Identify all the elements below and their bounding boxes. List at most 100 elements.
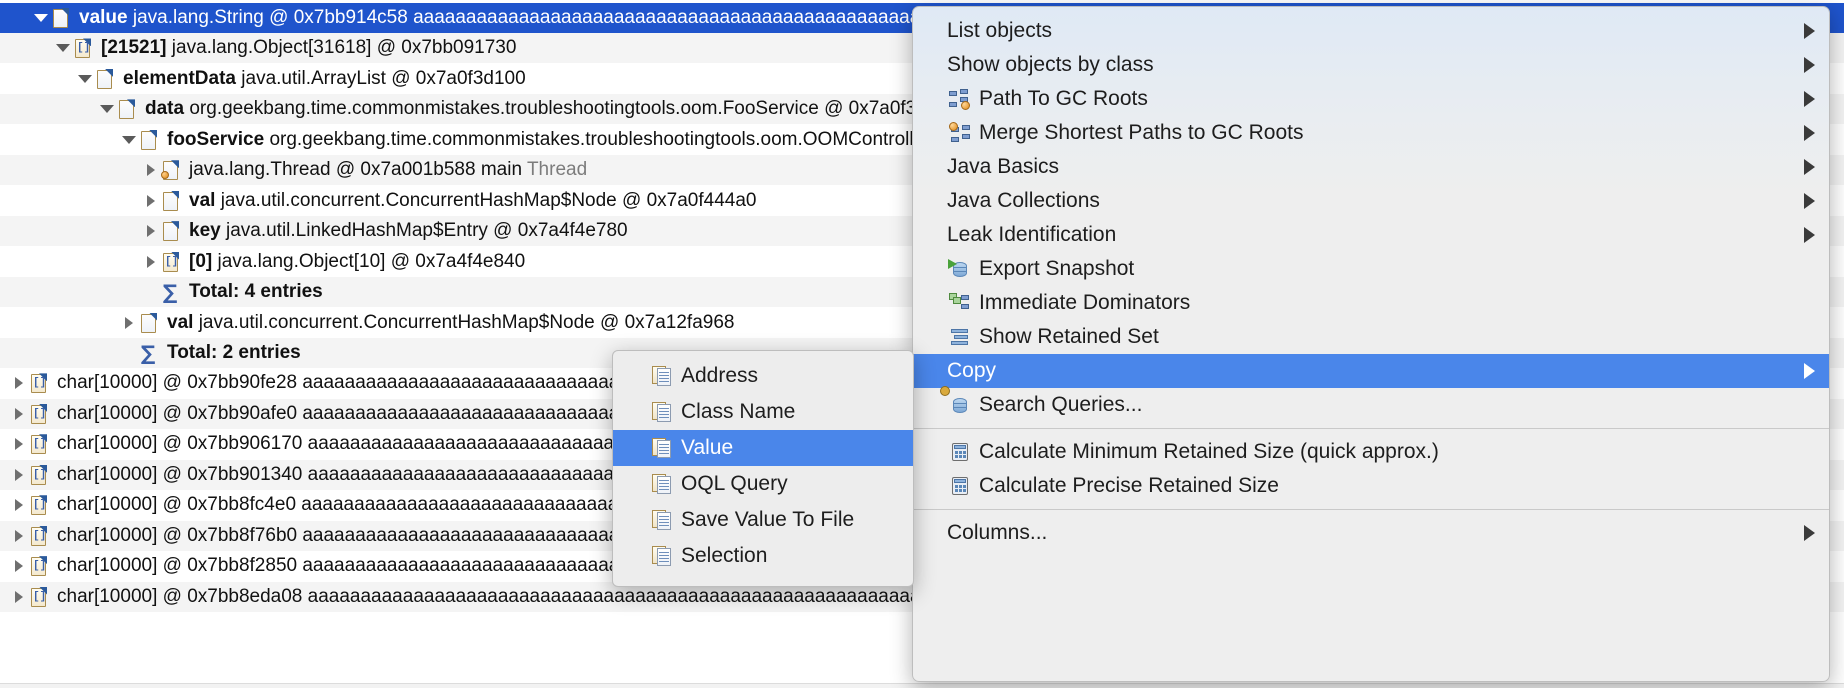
tree-row-label: Total: 2 entries bbox=[167, 342, 301, 364]
menu-item-leak-identification[interactable]: Leak Identification bbox=[913, 218, 1829, 252]
menu-item-label: List objects bbox=[947, 19, 1052, 43]
menu-item-copy[interactable]: Copy bbox=[913, 354, 1829, 388]
menu-item-label: Calculate Precise Retained Size bbox=[979, 474, 1279, 498]
search-query-icon bbox=[949, 395, 971, 415]
table-footer-strip bbox=[0, 683, 1844, 688]
copy-submenu-item-address[interactable]: Address bbox=[613, 358, 913, 394]
file-root-icon bbox=[159, 159, 181, 181]
menu-item-label: Calculate Minimum Retained Size (quick a… bbox=[979, 440, 1439, 464]
file-icon bbox=[137, 312, 159, 334]
gc-roots-icon bbox=[949, 89, 971, 109]
menu-item-label: Copy bbox=[947, 359, 996, 383]
collapse-twisty-icon[interactable] bbox=[76, 75, 93, 83]
tree-row-detail: java.lang.Object[10] @ 0x7a4f4e840 bbox=[218, 251, 526, 272]
expand-twisty-icon[interactable] bbox=[142, 256, 159, 268]
expand-twisty-icon[interactable] bbox=[142, 164, 159, 176]
copy-submenu-item-label: OQL Query bbox=[681, 472, 788, 496]
expand-twisty-icon[interactable] bbox=[10, 438, 27, 450]
context-menu[interactable]: List objects Show objects by class Path To… bbox=[912, 6, 1830, 682]
copy-submenu-item-label: Class Name bbox=[681, 400, 795, 424]
memory-analyzer-window: value java.lang.String @ 0x7bb914c58 aaa… bbox=[0, 0, 1844, 688]
tree-row-detail: java.util.ArrayList @ 0x7a0f3d100 bbox=[241, 68, 525, 89]
copy-submenu-item-value[interactable]: Value bbox=[613, 430, 913, 466]
expand-twisty-icon[interactable] bbox=[120, 317, 137, 329]
array-icon: [] bbox=[27, 433, 49, 455]
menu-item-show-objects-by-class[interactable]: Show objects by class bbox=[913, 48, 1829, 82]
menu-item-merge-shortest-paths-to-gc-roots[interactable]: Merge Shortest Paths to GC Roots bbox=[913, 116, 1829, 150]
expand-twisty-icon[interactable] bbox=[10, 408, 27, 420]
submenu-arrow-icon bbox=[1804, 363, 1815, 379]
tree-row-field: val bbox=[189, 190, 215, 211]
tree-row-detail: char[10000] @ 0x7bb8eda08 aaaaaaaaaaaaaa… bbox=[57, 586, 942, 607]
menu-item-calculate-minimum-retained-size-quick-approx[interactable]: Calculate Minimum Retained Size (quick a… bbox=[913, 435, 1829, 469]
menu-item-list-objects[interactable]: List objects bbox=[913, 14, 1829, 48]
tree-row-detail: java.util.LinkedHashMap$Entry @ 0x7a4f4e… bbox=[226, 220, 628, 241]
expand-twisty-icon[interactable] bbox=[10, 560, 27, 572]
menu-item-label: Show Retained Set bbox=[979, 325, 1159, 349]
merge-paths-icon bbox=[949, 123, 971, 143]
retained-icon bbox=[949, 327, 971, 347]
expand-twisty-icon[interactable] bbox=[10, 377, 27, 389]
copy-icon bbox=[651, 366, 673, 386]
submenu-arrow-icon bbox=[1804, 193, 1815, 209]
collapse-twisty-icon[interactable] bbox=[120, 136, 137, 144]
tree-row-label: [21521] java.lang.Object[31618] @ 0x7bb0… bbox=[101, 37, 516, 59]
menu-item-columns[interactable]: Columns... bbox=[913, 516, 1829, 550]
tree-row-field: value bbox=[79, 7, 128, 28]
tree-row-label: elementData java.util.ArrayList @ 0x7a0f… bbox=[123, 68, 526, 90]
menu-item-immediate-dominators[interactable]: Immediate Dominators bbox=[913, 286, 1829, 320]
expand-twisty-icon[interactable] bbox=[10, 499, 27, 511]
menu-item-label: Merge Shortest Paths to GC Roots bbox=[979, 121, 1303, 145]
menu-item-java-basics[interactable]: Java Basics bbox=[913, 150, 1829, 184]
copy-submenu-item-selection[interactable]: Selection bbox=[613, 538, 913, 574]
menu-item-label: Show objects by class bbox=[947, 53, 1154, 77]
tree-row-label: val java.util.concurrent.ConcurrentHashM… bbox=[167, 312, 734, 334]
expand-twisty-icon[interactable] bbox=[10, 469, 27, 481]
menu-item-calculate-precise-retained-size[interactable]: Calculate Precise Retained Size bbox=[913, 469, 1829, 503]
file-icon bbox=[159, 220, 181, 242]
copy-submenu[interactable]: Address Class Name Value OQL Query Save Valu… bbox=[612, 350, 914, 587]
copy-icon bbox=[651, 474, 673, 494]
menu-item-search-queries[interactable]: Search Queries... bbox=[913, 388, 1829, 422]
collapse-twisty-icon[interactable] bbox=[54, 44, 71, 52]
menu-separator bbox=[913, 428, 1829, 429]
expand-twisty-icon[interactable] bbox=[10, 530, 27, 542]
submenu-arrow-icon bbox=[1804, 525, 1815, 541]
copy-submenu-item-oql-query[interactable]: OQL Query bbox=[613, 466, 913, 502]
file-icon bbox=[137, 129, 159, 151]
collapse-twisty-icon[interactable] bbox=[98, 105, 115, 113]
tree-row-trailing: Thread bbox=[527, 159, 587, 180]
copy-submenu-item-save-value-to-file[interactable]: Save Value To File bbox=[613, 502, 913, 538]
menu-separator bbox=[913, 509, 1829, 510]
tree-row-label: char[10000] @ 0x7bb8eda08 aaaaaaaaaaaaaa… bbox=[57, 586, 942, 608]
array-icon: [] bbox=[27, 555, 49, 577]
collapse-twisty-icon[interactable] bbox=[32, 14, 49, 22]
menu-item-label: Java Basics bbox=[947, 155, 1059, 179]
tree-row-field: key bbox=[189, 220, 221, 241]
submenu-arrow-icon bbox=[1804, 23, 1815, 39]
copy-submenu-item-class-name[interactable]: Class Name bbox=[613, 394, 913, 430]
file-icon bbox=[159, 190, 181, 212]
menu-item-path-to-gc-roots[interactable]: Path To GC Roots bbox=[913, 82, 1829, 116]
submenu-arrow-icon bbox=[1804, 159, 1815, 175]
export-icon bbox=[949, 259, 971, 279]
expand-twisty-icon[interactable] bbox=[142, 225, 159, 237]
menu-item-label: Immediate Dominators bbox=[979, 291, 1190, 315]
expand-twisty-icon[interactable] bbox=[10, 591, 27, 603]
sum-icon: ∑ bbox=[159, 280, 181, 304]
file-icon bbox=[93, 68, 115, 90]
submenu-arrow-icon bbox=[1804, 227, 1815, 243]
tree-row-detail: java.util.concurrent.ConcurrentHashMap$N… bbox=[199, 312, 735, 333]
tree-row-label: [0] java.lang.Object[10] @ 0x7a4f4e840 bbox=[189, 251, 525, 273]
array-icon: [] bbox=[27, 494, 49, 516]
tree-row-detail: org.geekbang.time.commonmistakes.trouble… bbox=[189, 98, 958, 119]
copy-submenu-item-label: Value bbox=[681, 436, 733, 460]
sum-icon: ∑ bbox=[137, 341, 159, 365]
expand-twisty-icon[interactable] bbox=[142, 195, 159, 207]
menu-item-show-retained-set[interactable]: Show Retained Set bbox=[913, 320, 1829, 354]
menu-item-java-collections[interactable]: Java Collections bbox=[913, 184, 1829, 218]
copy-submenu-item-label: Selection bbox=[681, 544, 767, 568]
menu-item-export-snapshot[interactable]: Export Snapshot bbox=[913, 252, 1829, 286]
tree-row-label: Total: 4 entries bbox=[189, 281, 323, 303]
tree-row-detail: java.lang.Object[31618] @ 0x7bb091730 bbox=[172, 37, 517, 58]
